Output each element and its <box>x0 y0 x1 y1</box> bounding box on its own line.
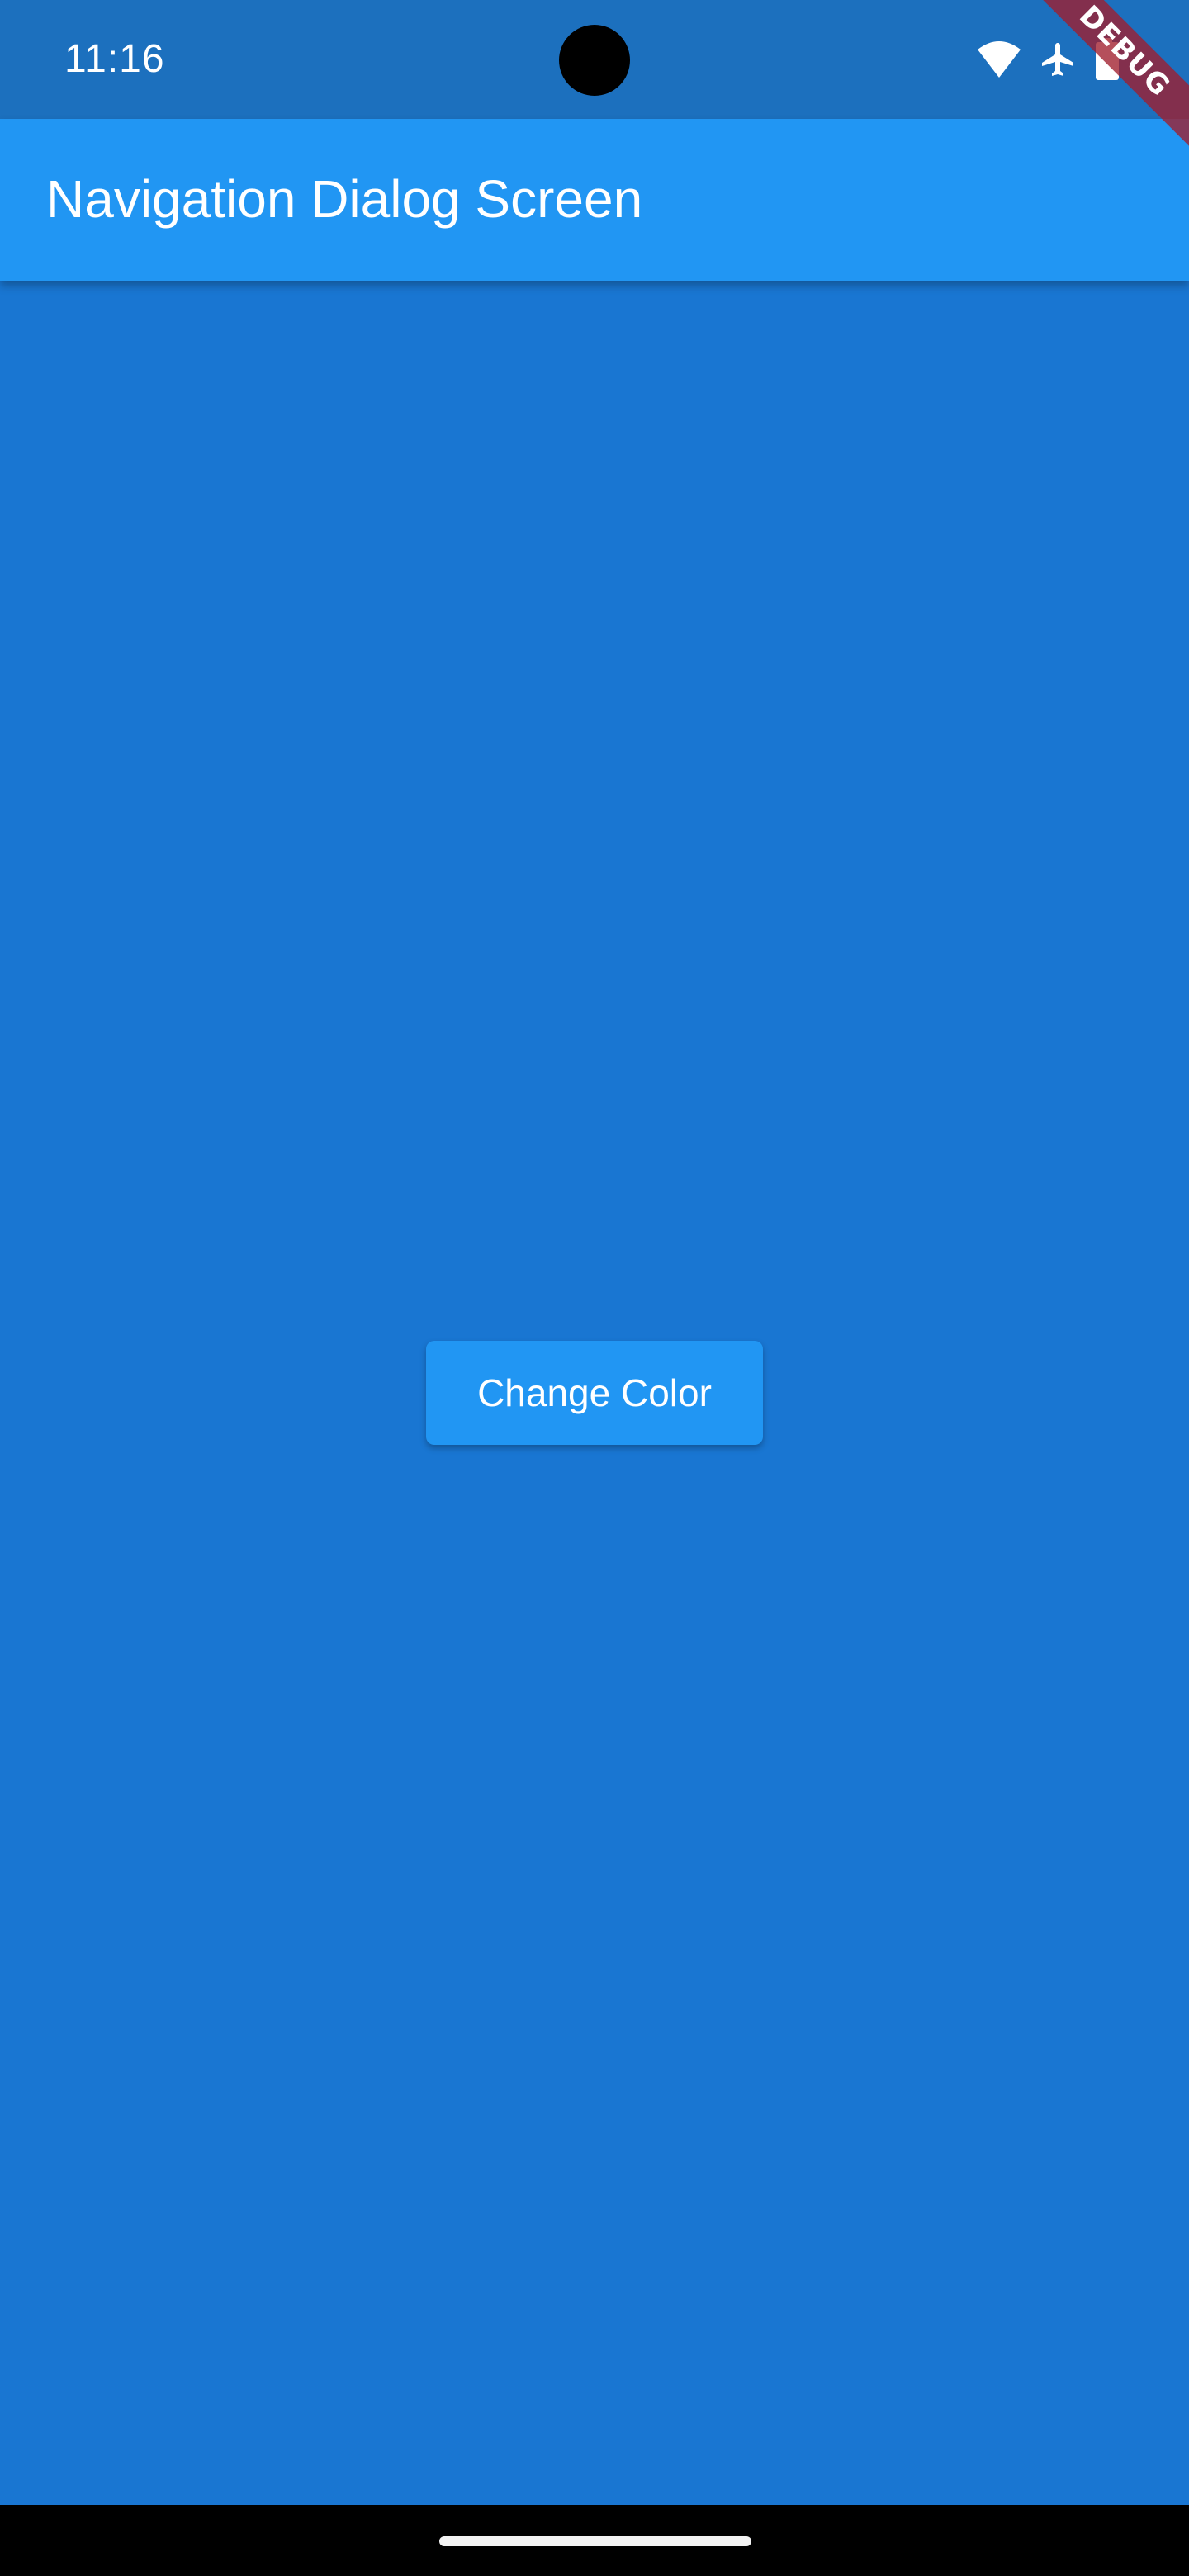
page-title: Navigation Dialog Screen <box>46 169 643 229</box>
wifi-icon <box>976 40 1022 79</box>
system-navigation-bar <box>0 2505 1189 2576</box>
airplane-mode-icon <box>1039 40 1078 79</box>
main-content: Change Color <box>0 281 1189 2505</box>
battery-icon <box>1095 38 1120 81</box>
status-icons <box>976 36 1120 83</box>
status-time: 11:16 <box>64 37 165 81</box>
app-bar: Navigation Dialog Screen <box>0 119 1189 281</box>
home-indicator[interactable] <box>439 2536 751 2546</box>
camera-cutout <box>559 25 630 96</box>
status-bar: 11:16 <box>0 0 1189 119</box>
change-color-button[interactable]: Change Color <box>426 1341 763 1445</box>
